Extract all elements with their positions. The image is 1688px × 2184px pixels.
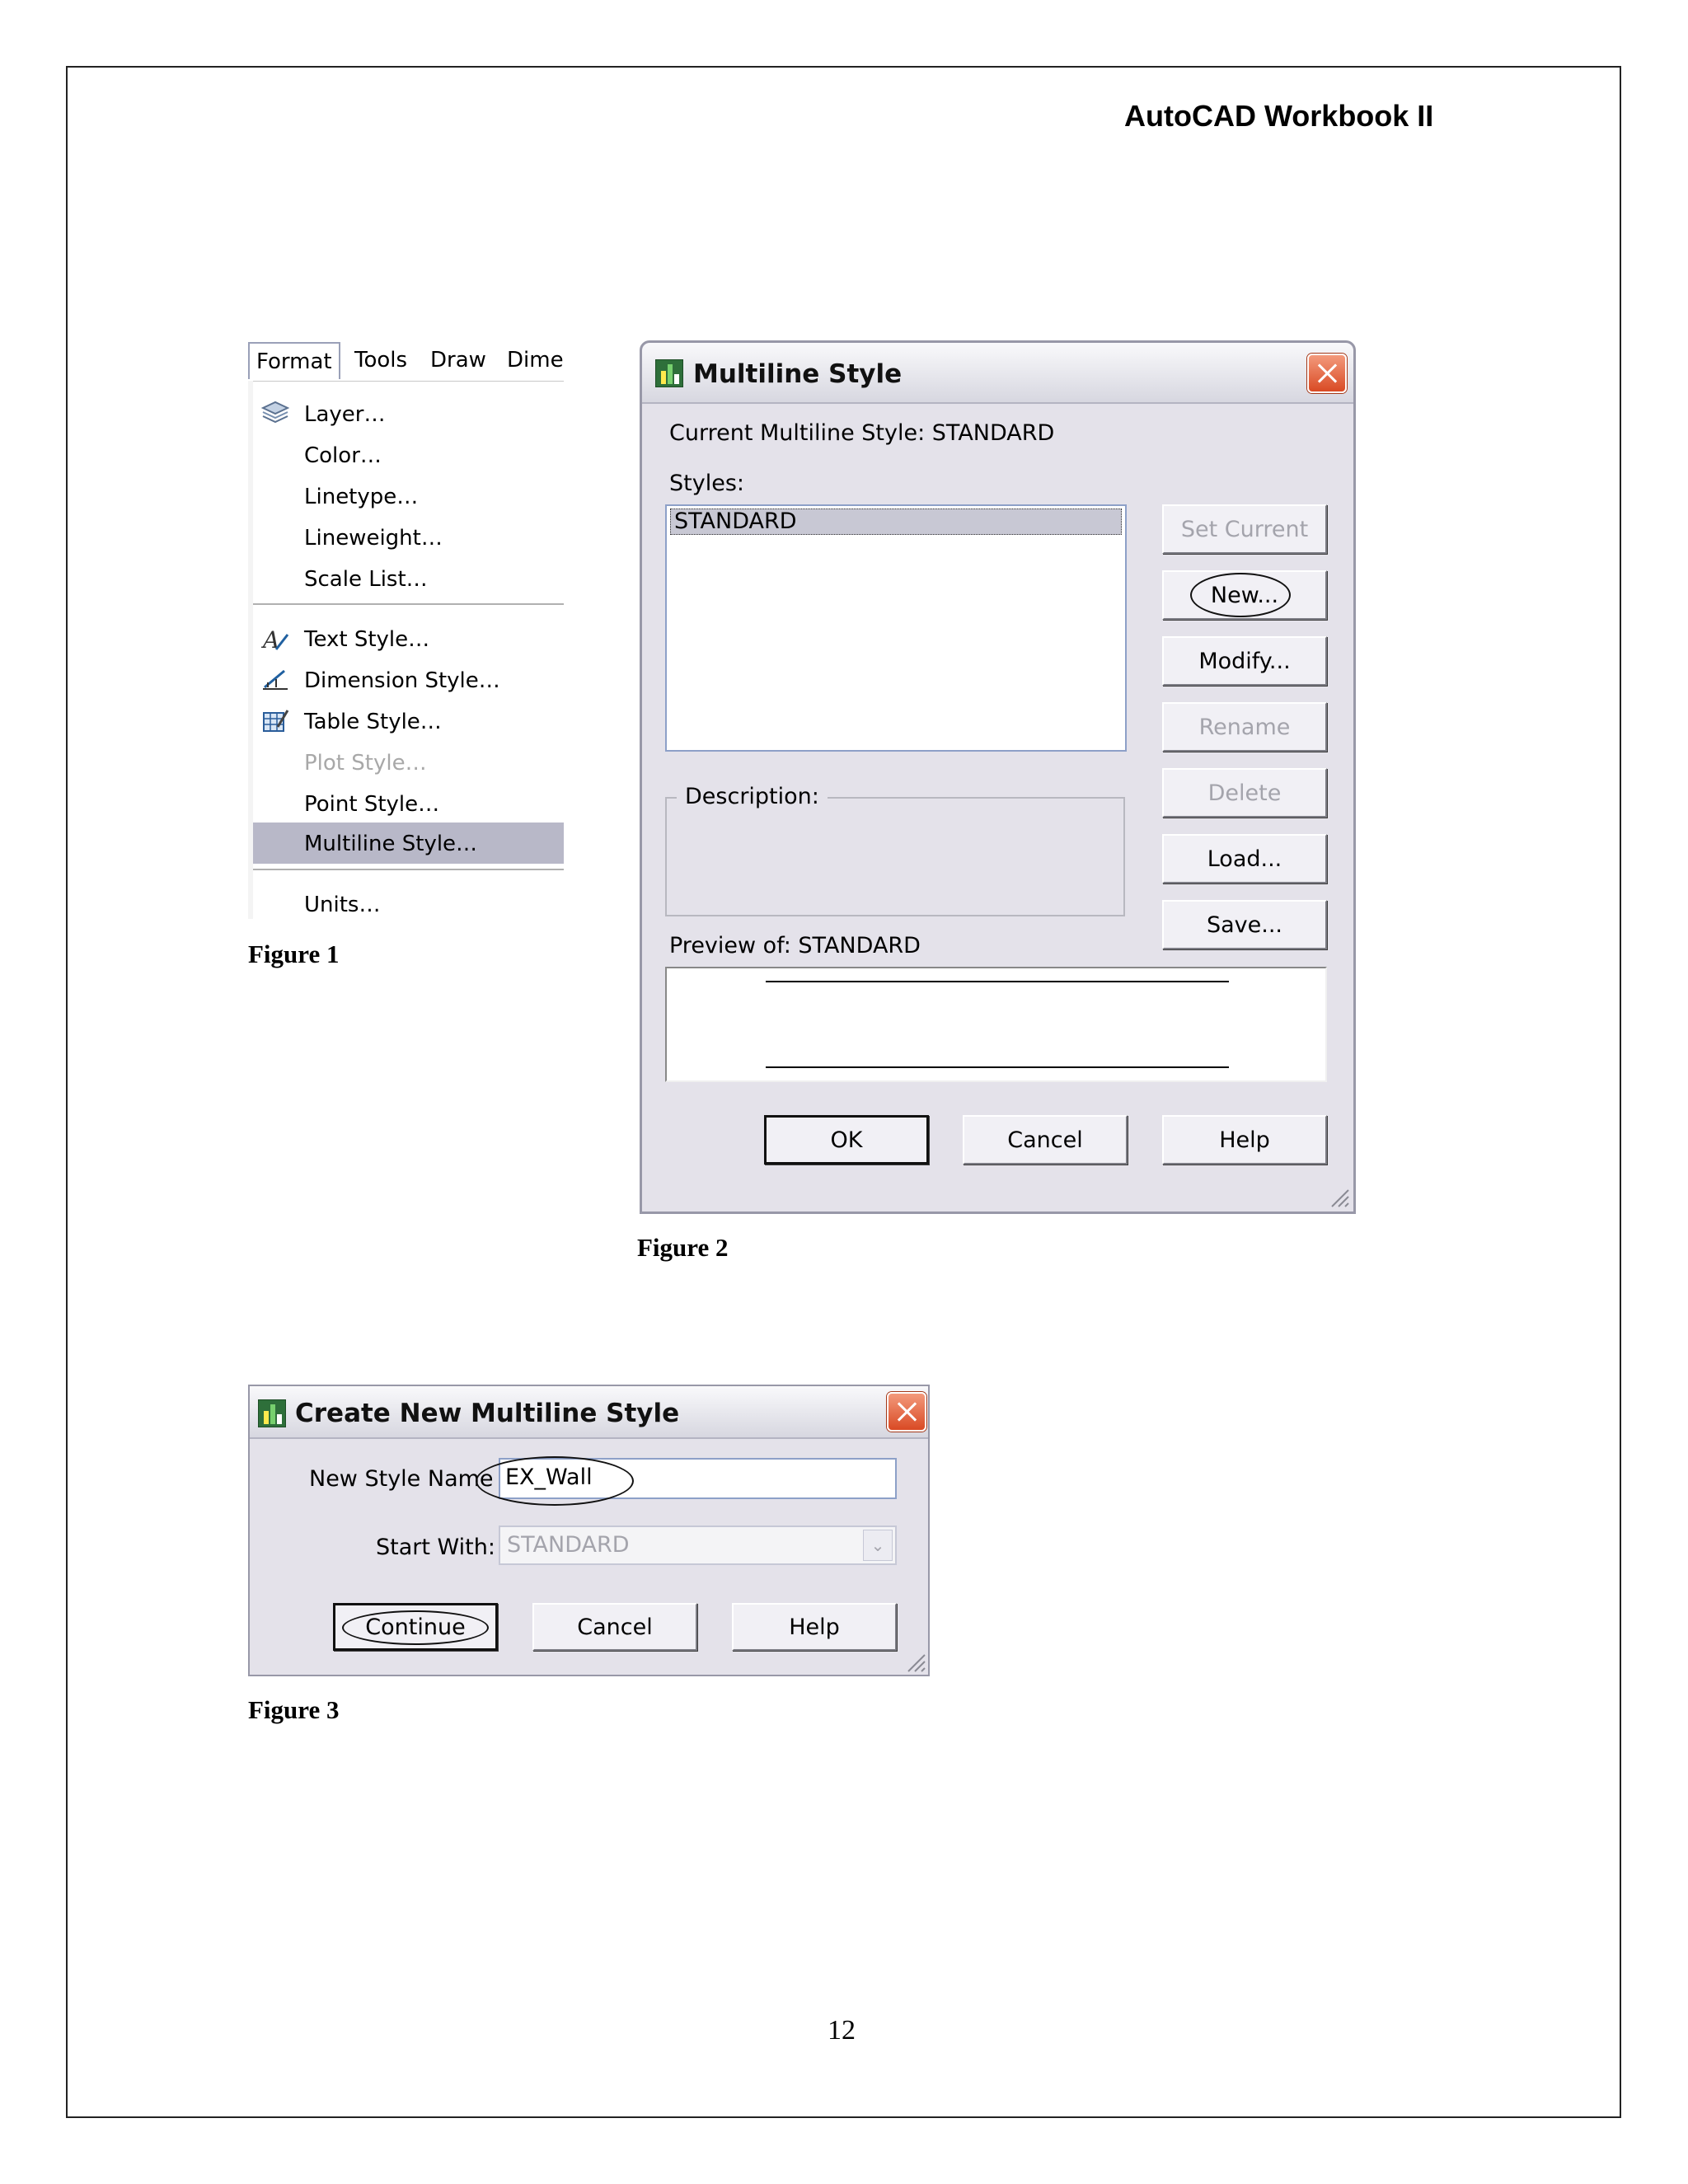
menu-item-label: Point Style…: [304, 792, 440, 817]
menu-item-label: Layer…: [304, 402, 386, 427]
menu-dimension[interactable]: Dimer: [507, 348, 564, 373]
styles-list[interactable]: STANDARD: [665, 504, 1127, 752]
close-icon[interactable]: [887, 1392, 926, 1432]
menu-separator: [253, 603, 564, 605]
highlight-circle: [342, 1610, 489, 1645]
menu-item-text-style[interactable]: A Text Style…: [253, 618, 564, 659]
autocad-app-icon: [655, 359, 683, 387]
menu-item-label: Scale List…: [304, 567, 428, 592]
menu-item-dimension-style[interactable]: Dimension Style…: [253, 659, 564, 701]
menu-item-label: Linetype…: [304, 485, 419, 509]
styles-label: Styles:: [669, 471, 744, 496]
text-style-icon: A: [261, 626, 289, 653]
menu-item-units[interactable]: Units…: [253, 883, 564, 919]
menu-bar: Format Tools Draw Dimer: [248, 338, 564, 382]
cancel-button[interactable]: Cancel: [963, 1115, 1128, 1165]
create-new-multiline-style-dialog: Create New Multiline Style New Style Nam…: [248, 1385, 930, 1676]
page-header-title: AutoCAD Workbook II: [1124, 99, 1434, 133]
menu-item-table-style[interactable]: Table Style…: [253, 701, 564, 742]
dialog-title: Create New Multiline Style: [295, 1399, 680, 1428]
load-button[interactable]: Load...: [1162, 834, 1327, 883]
set-current-button[interactable]: Set Current: [1162, 504, 1327, 554]
highlight-circle: [1190, 573, 1291, 617]
rename-button[interactable]: Rename: [1162, 702, 1327, 752]
figure-3-caption: Figure 3: [248, 1695, 340, 1724]
figure-2-caption: Figure 2: [637, 1233, 729, 1262]
highlight-circle: [476, 1456, 634, 1506]
delete-button[interactable]: Delete: [1162, 768, 1327, 818]
start-with-select[interactable]: STANDARD ⌄: [499, 1526, 897, 1565]
menu-item-label: Units…: [304, 893, 381, 917]
continue-button[interactable]: Continue: [333, 1603, 498, 1651]
menu-item-label: Table Style…: [304, 710, 442, 734]
autocad-app-icon: [258, 1399, 286, 1427]
menu-item-plot-style[interactable]: Plot Style…: [253, 742, 564, 783]
menu-format[interactable]: Format: [248, 342, 340, 379]
new-style-name-label: New Style Name: [309, 1466, 494, 1492]
chevron-down-icon[interactable]: ⌄: [863, 1530, 893, 1561]
format-menu-screenshot: Format Tools Draw Dimer Layer… Color… Li…: [248, 338, 564, 919]
description-group: Description:: [665, 784, 1125, 916]
menu-item-lineweight[interactable]: Lineweight…: [253, 517, 564, 558]
start-with-label: Start With:: [376, 1535, 495, 1560]
dialog-title: Multiline Style: [693, 359, 903, 389]
menu-tools[interactable]: Tools: [354, 348, 407, 373]
menu-item-label: Color…: [304, 443, 382, 468]
multiline-style-dialog: Multiline Style Current Multiline Style:…: [640, 340, 1356, 1214]
menu-item-label: Text Style…: [304, 627, 430, 652]
preview-line-bottom: [766, 1066, 1229, 1068]
close-icon[interactable]: [1307, 354, 1347, 393]
layers-icon: [261, 401, 289, 424]
menu-item-label: Lineweight…: [304, 526, 443, 551]
style-list-item[interactable]: STANDARD: [670, 509, 1122, 535]
description-label: Description:: [677, 784, 828, 809]
menu-item-point-style[interactable]: Point Style…: [253, 783, 564, 824]
menu-item-multiline-style[interactable]: Multiline Style…: [253, 823, 564, 864]
new-button[interactable]: New...: [1162, 570, 1327, 620]
dimension-style-icon: [263, 669, 288, 690]
figure-1-caption: Figure 1: [248, 940, 340, 968]
help-button[interactable]: Help: [1162, 1115, 1327, 1165]
preview-line-top: [766, 981, 1229, 982]
start-with-value: STANDARD: [507, 1532, 630, 1558]
ok-button[interactable]: OK: [764, 1115, 929, 1165]
help-button[interactable]: Help: [732, 1603, 897, 1651]
menu-item-color[interactable]: Color…: [253, 434, 564, 476]
menu-item-label: Plot Style…: [304, 751, 427, 776]
modify-button[interactable]: Modify...: [1162, 636, 1327, 686]
resize-grip-icon[interactable]: [1327, 1185, 1350, 1208]
preview-box: [665, 967, 1327, 1082]
current-style-label: Current Multiline Style: STANDARD: [669, 420, 1055, 446]
menu-separator: [253, 869, 564, 870]
menu-item-label: Multiline Style…: [304, 832, 478, 856]
cancel-button[interactable]: Cancel: [532, 1603, 697, 1651]
menu-item-label: Dimension Style…: [304, 668, 500, 693]
menu-draw[interactable]: Draw: [430, 348, 486, 373]
preview-label: Preview of: STANDARD: [669, 933, 921, 958]
resize-grip-icon[interactable]: [903, 1650, 926, 1673]
page-number: 12: [828, 2015, 856, 2046]
menu-item-scale-list[interactable]: Scale List…: [253, 558, 564, 599]
dialog-titlebar: Create New Multiline Style: [250, 1386, 928, 1439]
dialog-titlebar: Multiline Style: [642, 343, 1353, 404]
table-style-icon: [263, 710, 289, 732]
menu-item-layer[interactable]: Layer…: [253, 393, 564, 434]
save-button[interactable]: Save...: [1162, 900, 1327, 949]
menu-item-linetype[interactable]: Linetype…: [253, 476, 564, 517]
